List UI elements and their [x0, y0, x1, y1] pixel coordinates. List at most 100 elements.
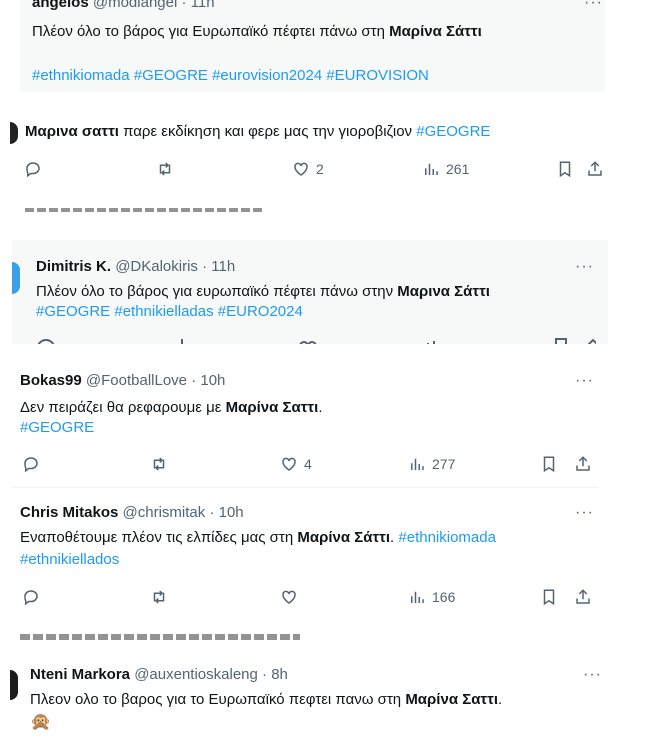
view-count: 166: [432, 589, 456, 605]
tweet-header: Bokas99 @FootballLove · 10h: [20, 372, 225, 389]
author-name[interactable]: Chris Mitakos: [20, 504, 118, 521]
share-icon: [576, 589, 590, 604]
share-icon: [588, 161, 602, 176]
retweet-button[interactable]: [150, 453, 168, 475]
like-count: 4: [304, 456, 312, 472]
like-icon: [282, 590, 296, 604]
bookmark-button[interactable]: [556, 158, 574, 180]
author-handle[interactable]: @modiangel: [93, 0, 177, 11]
retweet-icon: [153, 590, 165, 604]
like-button[interactable]: 2: [292, 158, 324, 180]
timestamp[interactable]: 10h: [219, 504, 244, 521]
like-button[interactable]: [280, 586, 298, 608]
hashtag[interactable]: #GEOGRE: [20, 418, 94, 438]
hashtags[interactable]: #GEOGRE #ethnikielladas #EURO2024: [36, 302, 303, 322]
author-handle[interactable]: @DKalokiris: [115, 258, 198, 275]
clipped-icons: [37, 338, 596, 344]
share-button[interactable]: [574, 453, 592, 475]
views-icon: [411, 591, 424, 603]
more-options-icon[interactable]: ···: [584, 0, 603, 12]
separator-dot: ·: [191, 372, 197, 389]
like-icon: [294, 162, 308, 176]
retweet-icon: [159, 162, 171, 176]
tweet-header: angelos @modiangel · 11h: [32, 0, 215, 11]
like-count: 2: [316, 161, 324, 177]
avatar[interactable]: [10, 670, 18, 700]
reply-button[interactable]: [24, 158, 42, 180]
views-icon: [425, 163, 438, 175]
tweet-text: Πλέον όλο το βάρος για Ευρωπαϊκό πέφτει …: [32, 23, 482, 40]
timestamp[interactable]: 8h: [271, 666, 288, 683]
reply-icon: [24, 457, 38, 473]
view-count: 277: [432, 456, 456, 472]
reply-icon: [26, 162, 40, 178]
more-options-icon[interactable]: ···: [575, 504, 594, 522]
author-handle[interactable]: @chrismitak: [123, 504, 206, 521]
tweet-header: Chris Mitakos @chrismitak · 10h: [20, 504, 244, 521]
like-button[interactable]: 4: [280, 453, 312, 475]
tweet-text: Δεν πειράζει θα ρεφαρουμε με Μαρίνα Σαττ…: [20, 399, 323, 416]
more-options-icon[interactable]: ···: [575, 258, 594, 276]
emoji-speak-no-evil: 🙊: [30, 712, 52, 731]
like-icon: [282, 457, 296, 471]
tweet-fragment-reply: Μαρινα σαττι παρε εκδίκηση και φερε μας …: [10, 108, 610, 220]
views-button[interactable]: 277: [408, 453, 455, 475]
hashtag[interactable]: #ethnikiellados: [20, 550, 119, 570]
tweet-text: Μαρινα σαττι παρε εκδίκηση και φερε μας …: [25, 123, 491, 140]
views-button[interactable]: 166: [408, 586, 455, 608]
bookmark-icon: [543, 456, 555, 473]
view-count: 261: [446, 161, 470, 177]
reply-button[interactable]: [22, 453, 40, 475]
timestamp[interactable]: 11h: [191, 0, 215, 11]
share-button[interactable]: [574, 586, 592, 608]
author-name[interactable]: angelos: [32, 0, 89, 11]
reply-icon: [24, 590, 38, 606]
clipped-header: [25, 208, 265, 214]
hashtags[interactable]: #ethnikiomada #GEOGRE #eurovision2024 #E…: [32, 66, 429, 86]
tweet-fragment-chris: Chris Mitakos @chrismitak · 10h ··· Εναπ…: [8, 490, 608, 640]
tweet-fragment-bokas: Bokas99 @FootballLove · 10h ··· Δεν πειρ…: [8, 360, 608, 484]
views-icon: [411, 458, 424, 470]
author-name[interactable]: Nteni Markora: [30, 666, 130, 683]
tweet-header: Dimitris K. @DKalokiris · 11h: [36, 258, 235, 275]
tweet-fragment-angelos: angelos @modiangel · 11h ··· Πλέον όλο τ…: [20, 0, 605, 92]
bookmark-button[interactable]: [540, 586, 558, 608]
tweet-text: Εναποθέτουμε πλέον τις ελπίδες μας στη Μ…: [20, 529, 496, 546]
retweet-button[interactable]: [150, 586, 168, 608]
retweet-icon: [153, 457, 165, 471]
avatar[interactable]: [12, 262, 20, 294]
avatar[interactable]: [10, 122, 18, 144]
separator-dot: ·: [202, 258, 208, 275]
hashtag[interactable]: #ethnikiomada: [398, 529, 496, 546]
hashtag[interactable]: #GEOGRE: [416, 123, 490, 140]
action-bar: 4 277: [8, 453, 608, 475]
more-options-icon[interactable]: ···: [583, 666, 602, 684]
author-name[interactable]: Dimitris K.: [36, 258, 111, 275]
action-bar: 2 261: [10, 158, 610, 180]
tweet-fragment-dimitris: Dimitris K. @DKalokiris · 11h ··· Πλέον …: [12, 240, 608, 344]
action-bar: 166: [8, 586, 608, 608]
tweet-header: Nteni Markora @auxentioskaleng · 8h: [30, 666, 288, 683]
bookmark-button[interactable]: [540, 453, 558, 475]
bookmark-icon: [543, 589, 555, 606]
clipped-action-bar: [36, 336, 608, 344]
timestamp[interactable]: 11h: [211, 258, 235, 275]
separator-dot: ·: [209, 504, 215, 521]
share-icon: [576, 456, 590, 471]
author-handle[interactable]: @auxentioskaleng: [134, 666, 258, 683]
bookmark-icon: [559, 161, 571, 178]
more-options-icon[interactable]: ···: [575, 372, 594, 390]
separator-dot: ·: [262, 666, 268, 683]
tweet-text: Πλεον ολο το βαρος για το Ευρωπαϊκό πεφτ…: [30, 691, 503, 708]
tweet-fragment-nteni: Nteni Markora @auxentioskaleng · 8h ··· …: [10, 656, 610, 748]
retweet-button[interactable]: [156, 158, 174, 180]
reply-button[interactable]: [22, 586, 40, 608]
author-name[interactable]: Bokas99: [20, 372, 82, 389]
author-handle[interactable]: @FootballLove: [86, 372, 187, 389]
clipped-header: [20, 634, 300, 640]
share-button[interactable]: [586, 158, 604, 180]
views-button[interactable]: 261: [422, 158, 469, 180]
divider: [12, 487, 598, 488]
timestamp[interactable]: 10h: [200, 372, 225, 389]
separator-dot: ·: [181, 0, 187, 11]
